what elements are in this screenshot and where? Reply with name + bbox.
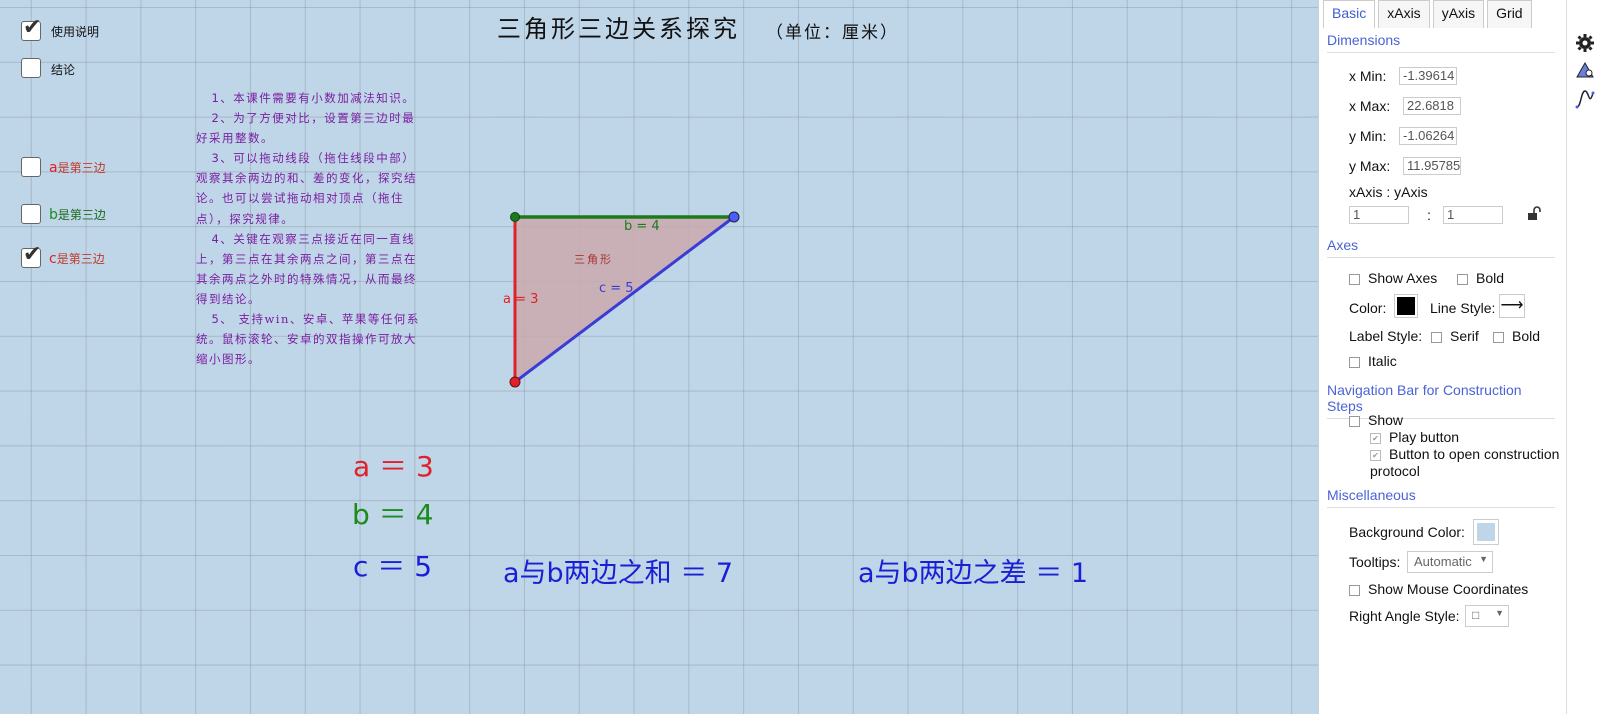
graphics-view[interactable]: ✔ 使用说明 结论 a是第三边 b是第三边 ✔ c是第三边 三角形三边关系探究 … (0, 0, 1318, 714)
tooltips-select[interactable]: Automatic ▼ (1407, 551, 1493, 573)
navbar-show-option[interactable]: Show (1349, 412, 1403, 428)
right-angle-style-label: Right Angle Style: (1349, 608, 1460, 624)
section-dimensions: Dimensions (1327, 32, 1555, 53)
label-c: c = 5 (599, 281, 634, 296)
background-color-label: Background Color: (1349, 524, 1465, 540)
serif-option[interactable]: Serif (1431, 328, 1479, 344)
vertex-top-left[interactable] (510, 212, 520, 222)
unlock-icon[interactable] (1526, 206, 1542, 222)
label-bold-option[interactable]: Bold (1493, 328, 1540, 344)
settings-tabs: Basic xAxis yAxis Grid (1323, 0, 1532, 28)
vertex-bottom[interactable] (509, 376, 521, 388)
bold-option[interactable]: Bold (1457, 270, 1504, 286)
show-axes-option[interactable]: Show Axes (1349, 270, 1437, 286)
ymin-label: y Min: (1349, 128, 1387, 144)
graphics-view-icon[interactable] (1575, 61, 1595, 81)
view-icon-strip (1566, 0, 1600, 714)
tab-xaxis[interactable]: xAxis (1378, 0, 1430, 28)
label-style-label: Label Style: (1349, 328, 1423, 344)
tab-grid[interactable]: Grid (1487, 0, 1532, 28)
checkbox-icon[interactable] (1349, 415, 1360, 427)
triangle-figure[interactable]: b = 4 a = 3 c = 5 三角形 (0, 0, 1318, 714)
show-mouse-coords-option[interactable]: Show Mouse Coordinates (1349, 581, 1528, 597)
italic-option[interactable]: Italic (1349, 353, 1397, 369)
ratio-separator: : (1427, 207, 1431, 223)
open-protocol-option[interactable]: ✔ Button to open construction (1370, 446, 1559, 462)
checkbox-icon[interactable] (1457, 273, 1468, 285)
label-a: a = 3 (503, 292, 538, 307)
tab-basic[interactable]: Basic (1323, 0, 1376, 28)
right-angle-select[interactable]: □ ▼ (1465, 605, 1509, 627)
settings-panel: Basic xAxis yAxis Grid Dimensions x Min:… (1318, 0, 1567, 714)
color-label: Color: (1349, 300, 1387, 316)
checkbox-icon[interactable] (1493, 331, 1504, 343)
checkbox-icon[interactable] (1349, 584, 1360, 596)
xmin-input[interactable]: -1.39614 (1399, 67, 1457, 85)
algebra-curve-icon[interactable] (1575, 89, 1595, 109)
section-miscellaneous: Miscellaneous (1327, 487, 1555, 508)
value-a: a ＝ 3 (353, 450, 434, 483)
right-angle-value: □ (1472, 608, 1480, 622)
dropdown-arrow-icon: ▼ (1479, 554, 1488, 564)
checkbox-icon[interactable]: ✔ (1370, 432, 1381, 444)
play-button-option[interactable]: ✔ Play button (1370, 429, 1459, 445)
checkbox-icon[interactable]: ✔ (1370, 449, 1381, 461)
difference-ab: a与b两边之差 ＝ 1 (858, 558, 1089, 589)
value-b: b ＝ 4 (352, 498, 434, 531)
label-b: b = 4 (624, 219, 660, 234)
triangle-name: 三角形 (574, 253, 613, 266)
checkbox-icon[interactable] (1431, 331, 1442, 343)
checkbox-icon[interactable] (1349, 356, 1360, 368)
xmax-input[interactable]: 22.6818 (1403, 97, 1461, 115)
gear-icon[interactable] (1575, 33, 1595, 53)
ymin-input[interactable]: -1.06264 (1399, 127, 1457, 145)
xmax-label: x Max: (1349, 98, 1391, 114)
axis-ratio-label: xAxis : yAxis (1349, 184, 1428, 200)
section-axes: Axes (1327, 237, 1555, 258)
xmin-label: x Min: (1349, 68, 1387, 84)
checkbox-icon[interactable] (1349, 273, 1360, 285)
tooltips-label: Tooltips: (1349, 554, 1401, 570)
ratio-y-input[interactable]: 1 (1443, 206, 1503, 224)
sum-ab: a与b两边之和 ＝ 7 (503, 558, 734, 589)
tab-yaxis[interactable]: yAxis (1432, 0, 1485, 28)
ymax-input[interactable]: 11.95785 (1403, 157, 1461, 175)
dropdown-arrow-icon: ▼ (1495, 608, 1504, 618)
line-style-label: Line Style: (1430, 300, 1496, 316)
axis-color-swatch[interactable] (1394, 294, 1418, 318)
background-color-swatch[interactable] (1473, 519, 1499, 545)
tooltips-value: Automatic (1414, 554, 1472, 569)
ymax-label: y Max: (1349, 158, 1391, 174)
open-protocol-option-cont: protocol (1370, 463, 1420, 479)
value-c: c ＝ 5 (353, 550, 433, 583)
vertex-top-right[interactable] (728, 211, 740, 223)
ratio-x-input[interactable]: 1 (1349, 206, 1409, 224)
line-style-button[interactable]: ⟶ (1499, 294, 1525, 318)
